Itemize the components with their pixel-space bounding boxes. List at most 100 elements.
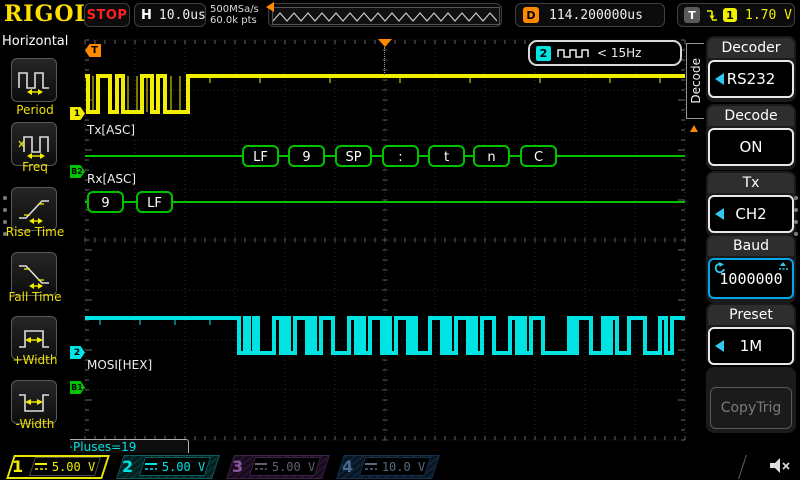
timebase-value: 10.0us (159, 8, 206, 23)
channel-3-status[interactable]: 3 5.00 V (222, 455, 326, 479)
dc-coupling-icon (34, 462, 48, 471)
copytrig-button[interactable]: CopyTrig (710, 387, 792, 429)
page-indicator-dot (794, 220, 798, 224)
menu-label-plus-width: +Width (0, 353, 70, 367)
page-indicator-dot (794, 208, 798, 212)
memory-depth: 60.0k pts (210, 15, 259, 26)
status-bar: RIGOL STOP H 10.0us 500MSa/s 60.0k pts D… (0, 0, 800, 30)
decode-frame-label: : (398, 150, 402, 165)
menu-item-baud[interactable]: Baud 1000000 (706, 234, 796, 303)
channel-number: 4 (342, 457, 353, 476)
decode-frame-label: LF (253, 150, 268, 165)
page-indicator-dot (3, 196, 7, 200)
rx-bus-label: Rx[ASC] (87, 172, 136, 186)
delay-value: 114.200000us (549, 8, 643, 23)
menu-item-header: Decoder (708, 38, 794, 58)
menu-item-value: ON (739, 138, 762, 156)
ch1-tx-waveform (85, 76, 685, 112)
channel-number: 2 (122, 457, 133, 476)
channel-2-status[interactable]: 2 5.00 V (112, 455, 216, 479)
measure-menu: Horizontal Period Freq (0, 30, 70, 453)
minus-width-icon (16, 387, 52, 417)
acquisition-readout: 500MSa/s 60.0k pts (210, 4, 259, 26)
decode-frame-label: t (444, 150, 449, 165)
measure-menu-title: Horizontal (2, 34, 68, 49)
channel-scale: 5.00 V (52, 460, 95, 474)
sample-rate: 500MSa/s (210, 4, 259, 15)
overview-position-icon (266, 2, 274, 12)
left-arrow-icon (715, 340, 724, 352)
menu-item-value: 1M (740, 337, 763, 355)
graticule (85, 40, 685, 440)
ch2-mosi-waveform (85, 318, 685, 353)
horizontal-label: H (141, 8, 152, 23)
rotate-knob-icon (713, 261, 727, 274)
channel-number: 1 (12, 457, 23, 476)
waveform-overview[interactable] (268, 3, 502, 27)
fall-time-icon (16, 259, 52, 289)
rs232-tx-decode-row: LF9SP:tnC (85, 146, 685, 166)
speaker-muted-icon (768, 457, 792, 475)
decode-frame-label: 9 (101, 196, 109, 211)
menu-label-rise-time: Rise Time (0, 225, 70, 239)
page-indicator-dot (794, 232, 798, 236)
dc-coupling-icon (254, 462, 268, 471)
decode-freq-text: < 15Hz (597, 46, 641, 60)
menu-label-minus-width: -Width (0, 417, 70, 431)
menu-item-header: Baud (708, 236, 794, 256)
divider (738, 455, 747, 479)
multifunction-knob-icon (777, 261, 789, 273)
trigger-readout: T 1 1.70 V (677, 3, 795, 27)
run-state-indicator: STOP (84, 3, 130, 27)
menu-item-header: Decode (708, 106, 794, 126)
menu-item-header: Preset (708, 305, 794, 325)
trigger-position-marker[interactable] (378, 39, 392, 47)
square-wave-icon (557, 47, 591, 59)
channel-scale: 10.0 V (382, 460, 425, 474)
menu-label-period: Period (0, 103, 70, 117)
menu-label-freq: Freq (0, 160, 70, 174)
left-arrow-icon (715, 73, 724, 85)
trigger-level-value: 1.70 V (745, 8, 792, 23)
channel-4-status[interactable]: 4 10.0 V (332, 455, 436, 479)
channel-1-status[interactable]: 1 5.00 V (2, 455, 106, 479)
delay-badge: D (523, 7, 539, 23)
menu-item-preset[interactable]: Preset 1M (706, 303, 796, 365)
decode-frame-label: 9 (302, 150, 310, 165)
menu-button-period[interactable] (11, 58, 57, 102)
decode-frame-label: C (534, 150, 543, 165)
decode-menu-tab: Decode (686, 43, 704, 119)
channel-2-badge: 2 (536, 46, 551, 61)
dc-coupling-icon (364, 462, 378, 471)
oscilloscope-screen: LF9SP:tnC9LF T 2 < 15Hz 1 B2 2 B1 Tx[ASC… (0, 0, 800, 480)
rigol-logo: RIGOL (4, 1, 91, 27)
trigger-source-badge: 1 (723, 8, 737, 22)
trigger-badge: T (684, 7, 700, 23)
decode-frame-label: n (487, 150, 495, 165)
menu-item-value: CH2 (735, 205, 766, 223)
channel-scale: 5.00 V (162, 460, 205, 474)
menu-item-copytrig[interactable]: CopyTrig (706, 367, 796, 433)
trigger-position-line (384, 47, 385, 75)
delay-readout: D 114.200000us (515, 3, 665, 27)
plus-width-icon (16, 323, 52, 353)
menu-item-decode[interactable]: Decode ON (706, 104, 796, 170)
page-indicator-dot (794, 196, 798, 200)
channel-number: 3 (232, 457, 243, 476)
decode-tab-label: Decode (689, 58, 703, 104)
page-indicator-dot (3, 208, 7, 212)
menu-item-tx[interactable]: Tx CH2 (706, 171, 796, 237)
overview-window (272, 7, 500, 25)
menu-item-decoder[interactable]: Decoder RS232 (706, 36, 796, 102)
period-icon (16, 65, 52, 95)
menu-item-value: RS232 (727, 70, 776, 88)
rise-time-icon (16, 194, 52, 224)
left-arrow-icon (715, 208, 724, 220)
menu-item-value: 1000000 (719, 270, 782, 288)
mosi-bus-label: MOSI[HEX] (87, 358, 152, 372)
channel-status-bar: 1 5.00 V 2 5.00 V 3 5.00 V (0, 453, 800, 480)
tx-bus-label: Tx[ASC] (87, 123, 135, 137)
timebase-readout: H 10.0us (134, 3, 206, 27)
freq-icon (16, 129, 52, 159)
overview-waveform (273, 9, 497, 23)
